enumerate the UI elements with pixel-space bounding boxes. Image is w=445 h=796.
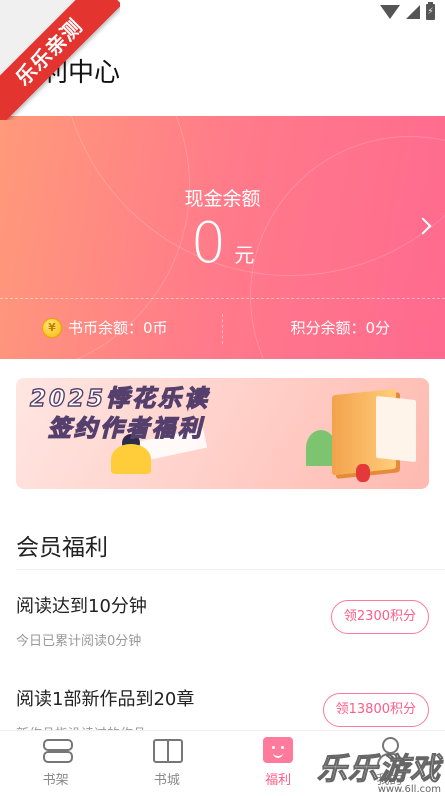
battery-icon [426, 2, 435, 20]
nav-label: 书架 [42, 773, 69, 788]
banner-title-line2: 签约作者福利 [47, 415, 204, 442]
wallet-separator [222, 314, 223, 344]
claim-points-button[interactable]: 领13800积分 [322, 693, 429, 727]
wifi-icon [380, 5, 400, 19]
task-item: 阅读达到10分钟 今日已累计阅读0分钟 领2300积分 [16, 592, 429, 649]
wallet-divider [0, 298, 445, 299]
points-balance[interactable]: 积分余额：0分 [290, 317, 390, 338]
cash-balance-amount: 0元 [0, 211, 445, 276]
banner-runner-illustration [356, 464, 370, 482]
banner-page-illustration [376, 395, 416, 463]
nav-item-bookshelf[interactable]: 书架 [0, 731, 111, 796]
section-title-member: 会员福利 [16, 535, 108, 561]
banner-title: 2025悸花乐读 签约作者福利 [29, 384, 211, 444]
signal-icon [406, 5, 420, 19]
book-icon [152, 737, 183, 763]
watermark-text: 乐乐游戏 [317, 752, 441, 788]
claim-points-button[interactable]: 领2300积分 [330, 600, 429, 634]
status-icons [380, 2, 435, 20]
wallet-card[interactable]: 现金余额 0元 ¥ 书币余额：0币 积分余额：0分 [0, 116, 445, 359]
nav-label: 福利 [265, 773, 292, 788]
banner-girl-illustration [111, 444, 151, 474]
corner-watermark: 乐乐亲测 [0, 0, 120, 120]
section-divider [16, 569, 445, 570]
coin-icon: ¥ [42, 317, 62, 338]
bottom-watermark: 乐乐游戏 www.6ll.com [317, 744, 442, 796]
cash-balance-value: 0 [190, 211, 227, 276]
coin-balance[interactable]: ¥ 书币余额：0币 [42, 317, 168, 338]
nav-label: 书城 [153, 773, 180, 788]
bookshelf-icon [41, 737, 73, 763]
nav-item-bookstore[interactable]: 书城 [111, 731, 222, 796]
banner-title-line1: 2025悸花乐读 [29, 385, 211, 412]
promo-banner[interactable]: 2025悸花乐读 签约作者福利 [16, 378, 429, 489]
gift-icon [263, 737, 294, 763]
cash-balance-unit: 元 [234, 243, 255, 267]
cash-balance-label: 现金余额 [184, 188, 261, 210]
coin-balance-text: 书币余额：0币 [68, 319, 168, 337]
corner-watermark-text: 乐乐亲测 [0, 0, 120, 120]
